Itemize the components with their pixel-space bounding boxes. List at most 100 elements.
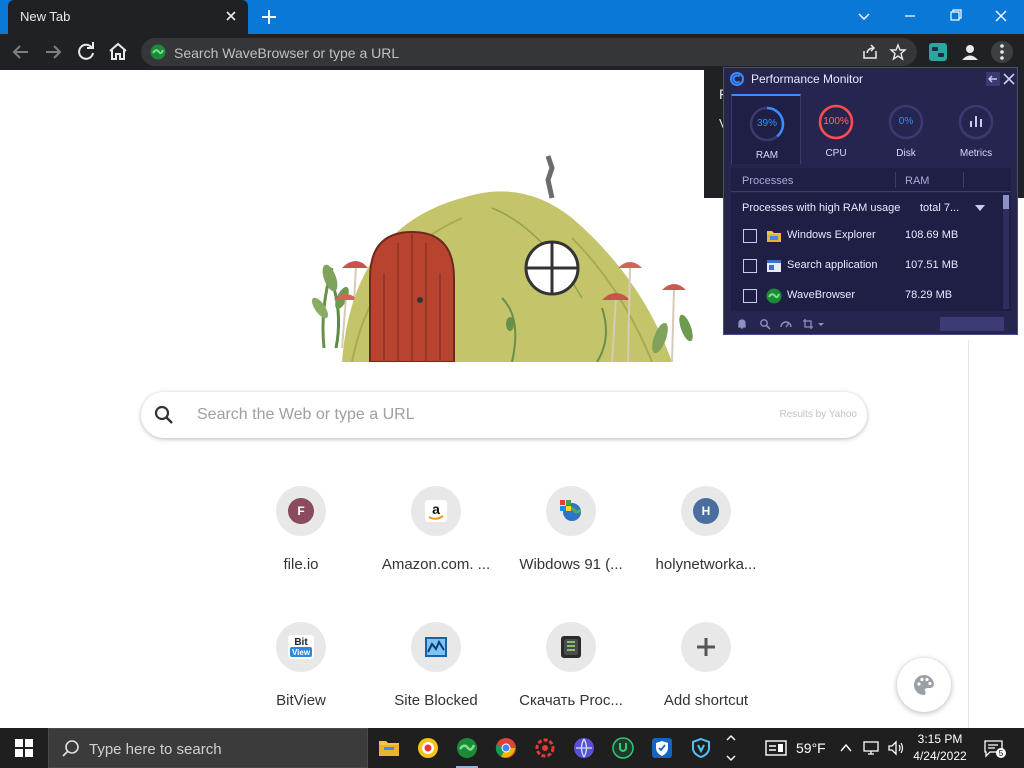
shortcut-icon-circle: a bbox=[411, 486, 461, 536]
menu-kebab-icon[interactable] bbox=[990, 40, 1014, 64]
ram-percent: 39% bbox=[756, 118, 777, 129]
wavebrowser-taskbar-button[interactable] bbox=[448, 728, 486, 768]
shortcut-icon-circle bbox=[681, 622, 731, 672]
new-tab-button[interactable] bbox=[258, 6, 280, 28]
bookmark-star-icon[interactable] bbox=[889, 43, 907, 61]
scrollbar-thumb[interactable] bbox=[1003, 195, 1009, 209]
volume-icon[interactable] bbox=[886, 738, 906, 758]
process-row[interactable]: Search application 107.51 MB bbox=[731, 251, 1001, 281]
shortcut-icon-circle: H bbox=[681, 486, 731, 536]
wavebrowser-logo-icon bbox=[150, 44, 166, 60]
screenshot-icon[interactable] bbox=[802, 318, 814, 330]
tab-new-tab[interactable]: New Tab bbox=[8, 0, 248, 34]
wavebrowser-icon bbox=[457, 738, 477, 758]
tab-label: Metrics bbox=[959, 148, 993, 159]
column-ram[interactable]: RAM bbox=[905, 175, 929, 187]
network-icon[interactable] bbox=[862, 738, 882, 758]
plus-icon bbox=[697, 638, 715, 656]
minimize-button[interactable] bbox=[898, 6, 922, 26]
windows-taskbar: Type here to search 59°F 3:15 PM 4/24/20… bbox=[0, 728, 1024, 768]
process-group-total: total 7... bbox=[920, 202, 960, 214]
red-app-taskbar-button[interactable] bbox=[526, 728, 564, 768]
shortcut-tile[interactable]: F file.io bbox=[236, 486, 366, 596]
vpn-shield-icon bbox=[692, 737, 710, 759]
close-tab-icon[interactable] bbox=[222, 7, 240, 25]
taskbar-search-placeholder: Type here to search bbox=[89, 741, 222, 758]
file-explorer-taskbar-button[interactable] bbox=[370, 728, 408, 768]
shortcut-tile[interactable]: Site Blocked bbox=[371, 622, 501, 732]
bell-icon[interactable] bbox=[736, 318, 748, 330]
shortcut-tile[interactable]: Скачать Proc... bbox=[506, 622, 636, 732]
process-checkbox[interactable] bbox=[743, 259, 757, 273]
shortcut-tile[interactable]: Bit View BitView bbox=[236, 622, 366, 732]
back-button[interactable] bbox=[9, 40, 33, 64]
column-processes[interactable]: Processes bbox=[742, 175, 793, 187]
profile-icon[interactable] bbox=[958, 40, 982, 64]
close-window-button[interactable] bbox=[989, 6, 1013, 26]
process-list-scrollbar[interactable] bbox=[1003, 195, 1009, 309]
shortcut-tile[interactable]: Wibdows 91 (... bbox=[506, 486, 636, 596]
address-bar[interactable]: Search WaveBrowser or type a URL bbox=[141, 38, 917, 66]
letter-f-icon: F bbox=[288, 498, 314, 524]
shortcut-tile[interactable]: H holynetworka... bbox=[641, 486, 771, 596]
tab-label: Disk bbox=[896, 148, 916, 159]
tab-label: CPU bbox=[825, 148, 847, 159]
process-row[interactable]: Windows Explorer 108.69 MB bbox=[731, 221, 1001, 251]
start-button[interactable] bbox=[0, 728, 48, 768]
tab-disk[interactable]: 0% Disk bbox=[871, 94, 941, 164]
amazon-icon: a bbox=[425, 500, 447, 522]
back-arrow-icon[interactable] bbox=[986, 72, 1000, 86]
taskbar-search-box[interactable]: Type here to search bbox=[48, 728, 368, 768]
tab-cpu[interactable]: 100% CPU bbox=[801, 94, 871, 164]
monitor-action-button[interactable] bbox=[940, 317, 1004, 331]
taskbar-scroll-arrows[interactable] bbox=[722, 728, 740, 768]
customize-theme-button[interactable] bbox=[897, 658, 951, 712]
column-divider bbox=[963, 172, 964, 188]
shield-app-taskbar-button[interactable] bbox=[643, 728, 681, 768]
home-button[interactable] bbox=[106, 40, 130, 64]
chevron-up-icon[interactable] bbox=[838, 738, 854, 758]
tab-ram[interactable]: 39% RAM bbox=[731, 94, 801, 164]
forward-button[interactable] bbox=[41, 40, 65, 64]
blue-globe-icon bbox=[574, 738, 594, 758]
system-clock[interactable]: 3:15 PM 4/24/2022 bbox=[910, 731, 970, 765]
weather-icon[interactable] bbox=[764, 738, 788, 758]
browser-taskbar-button[interactable] bbox=[409, 728, 447, 768]
shortcut-label: Amazon.com. ... bbox=[381, 556, 491, 573]
process-checkbox[interactable] bbox=[743, 229, 757, 243]
bitview-logo-text-bottom: View bbox=[292, 648, 311, 657]
restore-button[interactable] bbox=[943, 6, 967, 26]
add-shortcut-button[interactable]: Add shortcut bbox=[641, 622, 771, 732]
shortcut-tile[interactable]: a Amazon.com. ... bbox=[371, 486, 501, 596]
vpn-app-taskbar-button[interactable] bbox=[682, 728, 720, 768]
chrome-taskbar-button[interactable] bbox=[487, 728, 525, 768]
tab-search-icon[interactable] bbox=[852, 6, 876, 26]
close-icon[interactable] bbox=[1002, 72, 1016, 86]
green-u-app-taskbar-button[interactable] bbox=[604, 728, 642, 768]
tab-metrics[interactable]: Metrics bbox=[941, 94, 1011, 164]
process-checkbox[interactable] bbox=[743, 289, 757, 303]
reload-button[interactable] bbox=[74, 40, 98, 64]
chevron-down-icon[interactable] bbox=[974, 203, 986, 213]
shortcut-icon-circle bbox=[411, 622, 461, 672]
search-provider-label: Results by Yahoo bbox=[779, 409, 857, 420]
blue-app-taskbar-button[interactable] bbox=[565, 728, 603, 768]
process-row[interactable]: WaveBrowser 78.29 MB bbox=[731, 281, 1001, 311]
speed-icon[interactable] bbox=[780, 318, 792, 330]
process-group-label: Processes with high RAM usage bbox=[742, 202, 901, 214]
web-search-box[interactable]: Results by Yahoo bbox=[141, 392, 867, 438]
search-icon[interactable] bbox=[759, 318, 771, 330]
shortcut-label: Wibdows 91 (... bbox=[519, 556, 623, 573]
weather-temperature[interactable]: 59°F bbox=[796, 740, 826, 760]
chevron-down-icon[interactable] bbox=[815, 318, 827, 330]
site-blocked-icon bbox=[425, 637, 447, 657]
process-list: Processes with high RAM usage total 7...… bbox=[731, 193, 1011, 311]
red-gear-icon bbox=[535, 738, 555, 758]
process-name: WaveBrowser bbox=[787, 289, 856, 301]
search-app-icon bbox=[767, 260, 781, 272]
share-icon[interactable] bbox=[861, 43, 879, 61]
performance-monitor-extension-icon[interactable] bbox=[926, 40, 950, 64]
notification-center-icon[interactable]: 5 bbox=[982, 738, 1006, 758]
web-search-input[interactable] bbox=[197, 402, 757, 428]
shortcut-icon-circle: Bit View bbox=[276, 622, 326, 672]
